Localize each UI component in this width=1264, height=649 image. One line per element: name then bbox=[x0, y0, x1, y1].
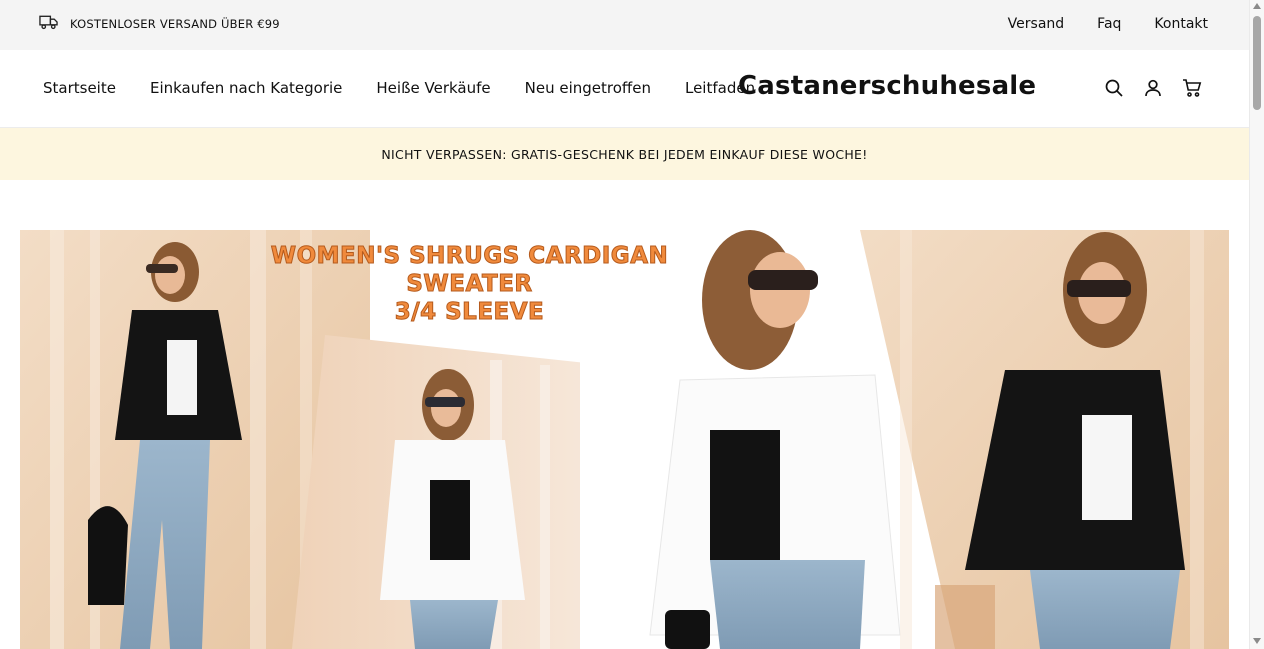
hero-title: WOMEN'S SHRUGS CARDIGAN SWEATER 3/4 SLEE… bbox=[217, 242, 722, 326]
link-versand[interactable]: Versand bbox=[1008, 16, 1065, 32]
top-links: Versand Faq Kontakt bbox=[975, 16, 1208, 32]
nav-item-startseite[interactable]: Startseite bbox=[43, 79, 116, 97]
scrollbar-thumb[interactable] bbox=[1253, 16, 1261, 110]
promo-text: NICHT VERPASSEN: GRATIS-GESCHENK BEI JED… bbox=[381, 146, 868, 162]
shipping-notice: KOSTENLOSER VERSAND ÜBER €99 bbox=[39, 14, 280, 34]
header-icons bbox=[1104, 78, 1221, 98]
nav-item-heisse-verkaeufe[interactable]: Heiße Verkäufe bbox=[376, 79, 490, 97]
brand-logo[interactable]: Castanerschuhesale bbox=[738, 71, 1036, 101]
scroll-down-arrow-icon[interactable] bbox=[1253, 638, 1261, 644]
account-icon[interactable] bbox=[1143, 78, 1163, 98]
shipping-text: KOSTENLOSER VERSAND ÜBER €99 bbox=[70, 17, 280, 31]
hero-title-line2: 3/4 SLEEVE bbox=[394, 299, 545, 326]
scrollbar[interactable] bbox=[1249, 0, 1264, 649]
nav-item-einkaufen-nach-kategorie[interactable]: Einkaufen nach Kategorie bbox=[150, 79, 342, 97]
hero-banner[interactable]: WOMEN'S SHRUGS CARDIGAN SWEATER 3/4 SLEE… bbox=[20, 230, 1229, 649]
link-kontakt[interactable]: Kontakt bbox=[1154, 16, 1208, 32]
search-icon[interactable] bbox=[1104, 78, 1124, 98]
scroll-up-arrow-icon[interactable] bbox=[1253, 3, 1261, 9]
hero-title-line1: WOMEN'S SHRUGS CARDIGAN SWEATER bbox=[270, 243, 669, 298]
truck-icon bbox=[39, 14, 58, 34]
link-faq[interactable]: Faq bbox=[1097, 16, 1121, 32]
promo-banner: NICHT VERPASSEN: GRATIS-GESCHENK BEI JED… bbox=[0, 128, 1249, 180]
nav-item-neu-eingetroffen[interactable]: Neu eingetroffen bbox=[525, 79, 651, 97]
cart-icon[interactable] bbox=[1182, 78, 1202, 98]
main-navigation: Startseite Einkaufen nach Kategorie Heiß… bbox=[0, 50, 1249, 128]
nav-menu: Startseite Einkaufen nach Kategorie Heiß… bbox=[43, 79, 789, 97]
top-bar: KOSTENLOSER VERSAND ÜBER €99 Versand Faq… bbox=[0, 0, 1249, 50]
